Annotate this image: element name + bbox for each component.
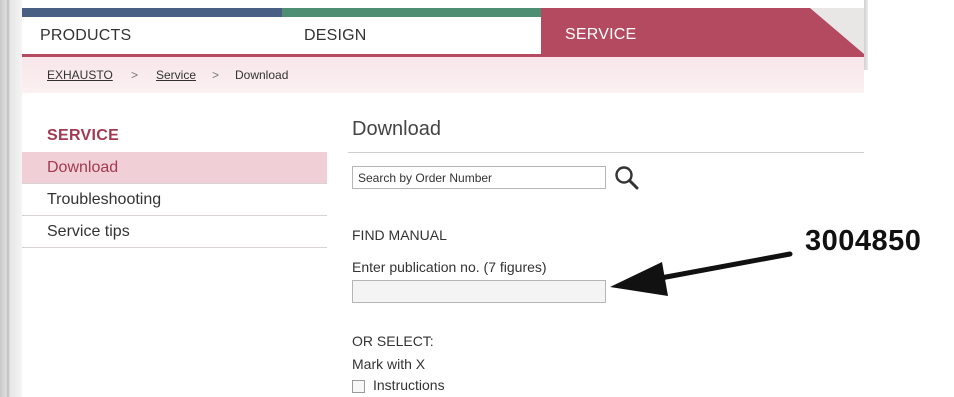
annotation-publication-number: 3004850 [805, 225, 922, 257]
arrow-left-icon [610, 251, 793, 296]
